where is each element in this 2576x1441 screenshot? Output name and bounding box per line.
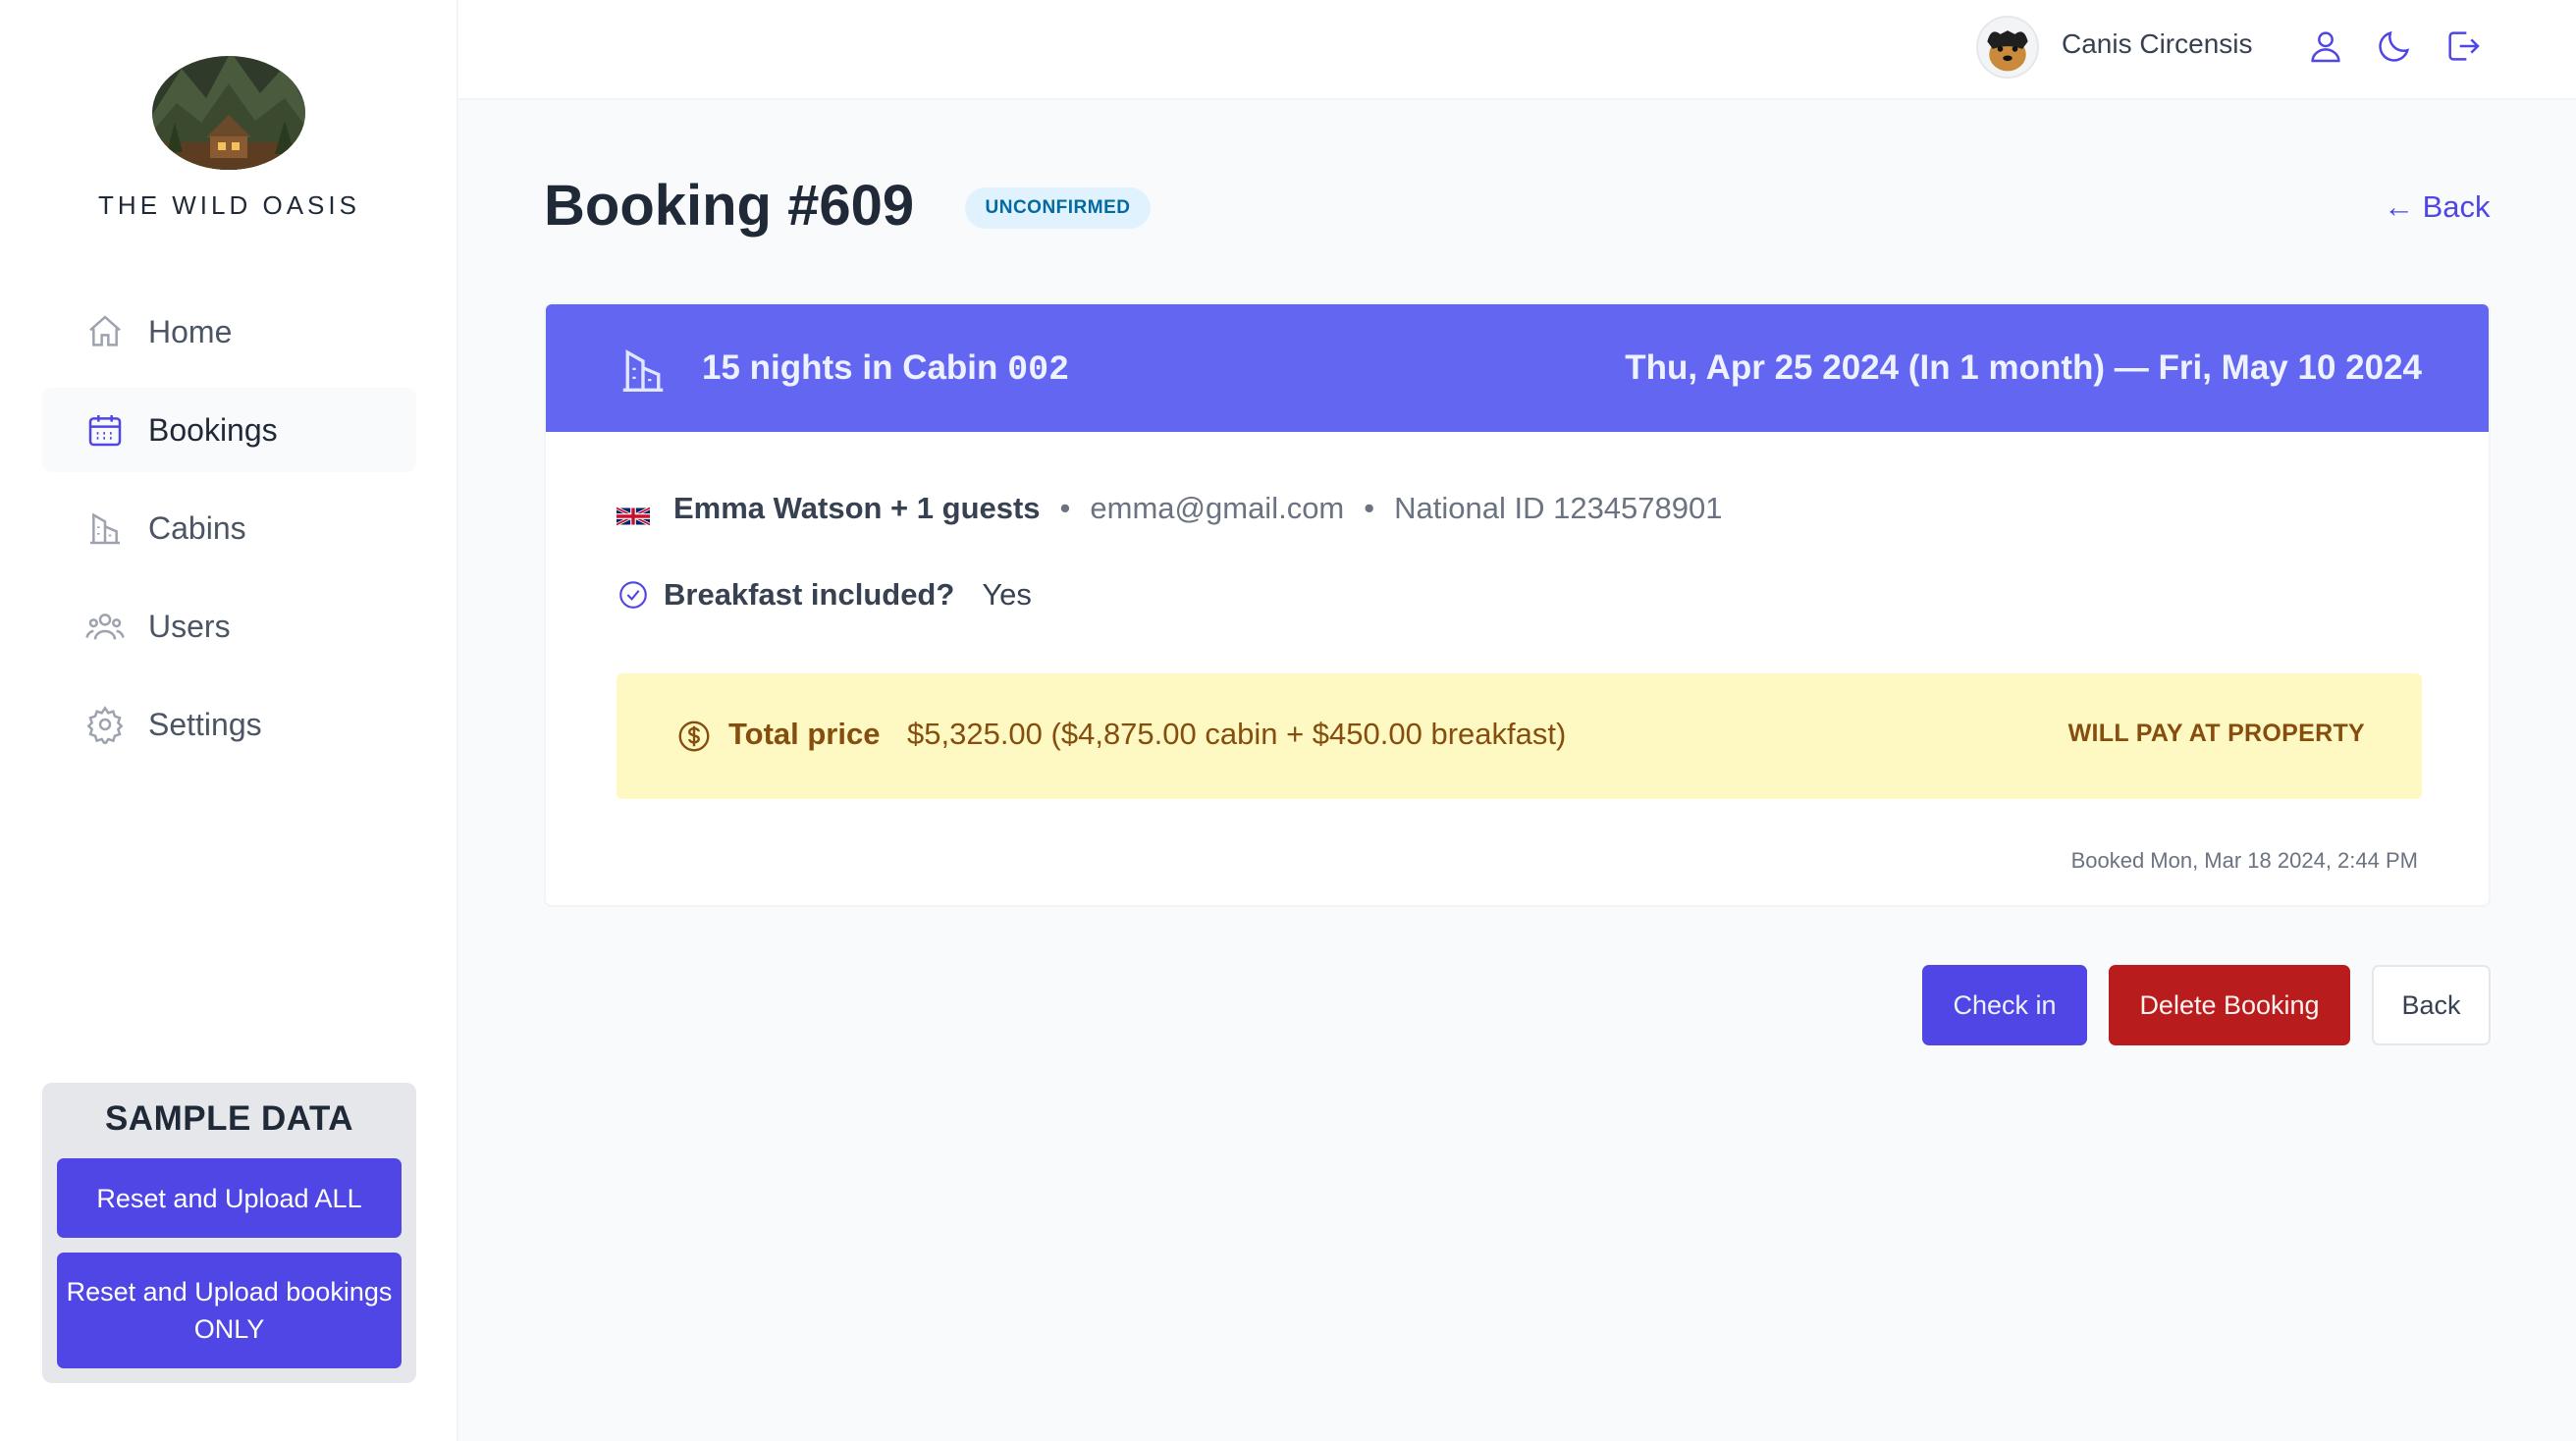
nav-item-home[interactable]: Home [42, 290, 416, 374]
nav-label: Bookings [148, 411, 278, 448]
nav-item-cabins[interactable]: Cabins [42, 486, 416, 570]
home-icon [85, 312, 125, 351]
top-header: Canis Circensis [458, 0, 2576, 100]
nav-item-users[interactable]: Users [42, 584, 416, 668]
back-link[interactable]: ← Back [2384, 189, 2491, 225]
check-in-button[interactable]: Check in [1922, 965, 2087, 1045]
guest-row: Emma Watson + 1 guests • emma@gmail.com … [616, 491, 1723, 527]
guest-email: emma@gmail.com [1090, 491, 1345, 525]
booking-header-band: 15 nights in Cabin 002 Thu, Apr 25 2024 … [546, 304, 2489, 432]
reset-upload-bookings-button[interactable]: Reset and Upload bookings ONLY [57, 1253, 402, 1368]
reset-upload-all-button[interactable]: Reset and Upload ALL [57, 1158, 402, 1238]
guest-name: Emma Watson + 1 guests [673, 491, 1041, 525]
nav-label: Home [148, 313, 233, 349]
avatar [1976, 16, 2039, 79]
booked-timestamp: Booked Mon, Mar 18 2024, 2:44 PM [2070, 848, 2418, 873]
brand-name: THE WILD OASIS [98, 190, 360, 220]
separator-dot: • [1364, 491, 1375, 525]
username: Canis Circensis [2062, 28, 2253, 59]
separator-dot: • [1059, 491, 1071, 525]
moon-icon[interactable] [2375, 27, 2414, 66]
building-icon [617, 344, 670, 397]
check-circle-icon [617, 578, 650, 612]
dollar-circle-icon [675, 718, 713, 755]
booking-dates: Thu, Apr 25 2024 (In 1 month) — Fri, May… [1625, 348, 2422, 387]
nights-summary: 15 nights in Cabin 002 [702, 348, 1070, 390]
nav-label: Settings [148, 706, 262, 742]
page-title: Booking #609 [544, 174, 915, 238]
logout-icon[interactable] [2443, 27, 2483, 66]
total-price-value: $5,325.00 ($4,875.00 cabin + $450.00 bre… [907, 717, 1567, 751]
user-icon[interactable] [2306, 27, 2345, 66]
gear-icon [85, 705, 125, 744]
building-icon [85, 508, 125, 548]
breakfast-value: Yes [982, 577, 1032, 612]
nav-item-settings[interactable]: Settings [42, 682, 416, 767]
breakfast-label: Breakfast included? [664, 577, 955, 612]
total-price-label: Total price [728, 717, 881, 751]
payment-status: WILL PAY AT PROPERTY [2067, 720, 2365, 747]
calendar-icon [85, 410, 125, 450]
nav-label: Users [148, 608, 231, 644]
users-icon [85, 607, 125, 646]
cabin-number: 002 [1007, 350, 1070, 390]
breakfast-row: Breakfast included? Yes [617, 577, 1032, 613]
sample-data-panel: SAMPLE DATA Reset and Upload ALL Reset a… [42, 1083, 416, 1383]
sidebar: THE WILD OASIS Home Bookings Cabins User… [0, 0, 458, 1441]
uk-flag-icon [616, 499, 651, 527]
back-button[interactable]: Back [2372, 965, 2491, 1045]
price-box: Total price $5,325.00 ($4,875.00 cabin +… [617, 673, 2422, 799]
guest-national-id: National ID 1234578901 [1394, 491, 1723, 525]
status-badge: UNCONFIRMED [965, 187, 1151, 229]
nav-item-bookings[interactable]: Bookings [42, 388, 416, 472]
delete-booking-button[interactable]: Delete Booking [2109, 965, 2350, 1045]
booking-details-card: 15 nights in Cabin 002 Thu, Apr 25 2024 … [544, 302, 2491, 907]
main-nav: Home Bookings Cabins Users Settings [42, 290, 416, 780]
sample-data-title: SAMPLE DATA [104, 1099, 354, 1138]
nav-label: Cabins [148, 509, 246, 546]
logo-image [147, 44, 310, 172]
